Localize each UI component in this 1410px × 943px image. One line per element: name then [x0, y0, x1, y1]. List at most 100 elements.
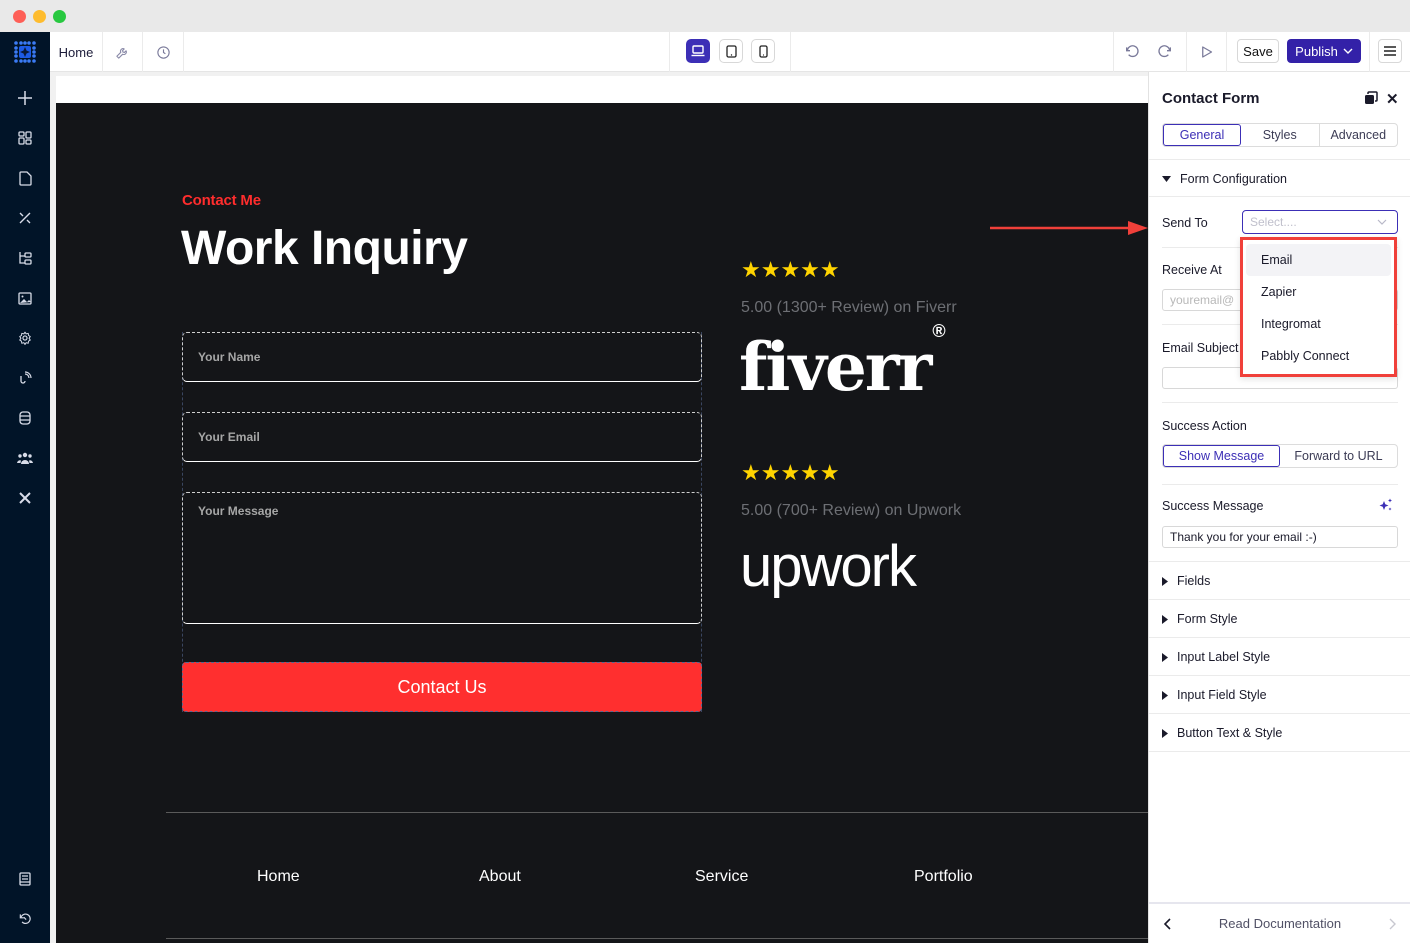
- option-zapier[interactable]: Zapier: [1246, 276, 1391, 308]
- fiverr-review-text: 5.00 (1300+ Review) on Fiverr: [741, 299, 957, 316]
- footer-link-service[interactable]: Service: [695, 868, 748, 886]
- canvas-header-area: [56, 76, 1148, 103]
- caret-right-icon: [1162, 576, 1168, 586]
- message-textarea[interactable]: Your Message: [182, 492, 702, 624]
- sidebar-item-users[interactable]: [15, 448, 35, 468]
- maximize-window-button[interactable]: [53, 10, 66, 23]
- section-fields[interactable]: Fields: [1162, 574, 1210, 588]
- add-element-button[interactable]: [15, 88, 35, 108]
- sidebar-item-pages[interactable]: [15, 168, 35, 188]
- tab-styles[interactable]: Styles: [1241, 124, 1320, 146]
- divider: [1369, 32, 1370, 72]
- database-icon: [19, 411, 31, 425]
- divider: [1149, 561, 1410, 562]
- preview-button[interactable]: [1199, 44, 1214, 65]
- history-button[interactable]: [143, 32, 184, 72]
- show-message-option[interactable]: Show Message: [1163, 445, 1280, 467]
- fiverr-logo: fiverr ®: [739, 321, 946, 406]
- tab-general[interactable]: General: [1163, 124, 1241, 146]
- close-window-button[interactable]: [13, 10, 26, 23]
- page-selector-home[interactable]: Home: [50, 32, 103, 72]
- section-label: Fields: [1177, 574, 1211, 588]
- mobile-view-button[interactable]: [751, 39, 775, 63]
- divider: [790, 32, 791, 72]
- book-icon: [19, 872, 31, 886]
- section-input-label-style[interactable]: Input Label Style: [1162, 650, 1270, 664]
- contact-section[interactable]: Contact Me Work Inquiry Your Name Your E…: [56, 103, 1148, 943]
- divider: [1162, 484, 1398, 485]
- section-label: Form Style: [1177, 612, 1238, 626]
- publish-button[interactable]: Publish: [1287, 39, 1361, 63]
- section-label: Button Text & Style: [1177, 726, 1283, 740]
- tools-icon: [19, 492, 31, 504]
- divider: [1149, 159, 1410, 160]
- success-message-label: Success Message: [1162, 499, 1264, 513]
- sidebar-item-navigator[interactable]: [15, 248, 35, 268]
- window-titlebar: [0, 0, 1410, 32]
- email-subject-label: Email Subject: [1162, 341, 1239, 355]
- sidebar-item-design[interactable]: [15, 208, 35, 228]
- success-action-label: Success Action: [1162, 419, 1247, 433]
- copy-widget-button[interactable]: [1364, 91, 1378, 110]
- sidebar-item-settings[interactable]: [15, 328, 35, 348]
- editor-canvas: Contact Me Work Inquiry Your Name Your E…: [50, 72, 1148, 943]
- app-logo[interactable]: [0, 32, 50, 72]
- name-input[interactable]: Your Name: [182, 332, 702, 382]
- footer-divider-bottom: [166, 938, 1148, 939]
- signal-icon: [20, 371, 32, 384]
- sidebar-item-media[interactable]: [15, 288, 35, 308]
- sidebar-item-database[interactable]: [15, 408, 35, 428]
- ai-assist-button[interactable]: [1379, 498, 1393, 517]
- grid-blocks-icon: [18, 131, 32, 145]
- email-input[interactable]: Your Email: [182, 412, 702, 462]
- image-icon: [18, 291, 32, 305]
- sidebar-item-blocks[interactable]: [15, 128, 35, 148]
- close-panel-button[interactable]: ✕: [1386, 90, 1399, 108]
- divider: [1149, 599, 1410, 600]
- page-icon: [18, 170, 32, 186]
- caret-right-icon: [1162, 614, 1168, 624]
- footer-link-portfolio[interactable]: Portfolio: [914, 868, 973, 886]
- option-pabbly-connect[interactable]: Pabbly Connect: [1246, 340, 1391, 372]
- option-integromat[interactable]: Integromat: [1246, 308, 1391, 340]
- send-to-dropdown: Email Zapier Integromat Pabbly Connect: [1240, 237, 1397, 377]
- footer-divider-top: [166, 812, 1148, 813]
- section-form-style[interactable]: Form Style: [1162, 612, 1237, 626]
- divider: [1149, 675, 1410, 676]
- success-message-input[interactable]: Thank you for your email :-): [1162, 526, 1398, 548]
- contact-us-button[interactable]: Contact Us: [182, 662, 702, 712]
- sidebar-item-tools[interactable]: [15, 488, 35, 508]
- section-label: Input Field Style: [1177, 688, 1267, 702]
- sidebar-item-integrations[interactable]: [15, 368, 35, 388]
- panel-title: Contact Form: [1162, 90, 1260, 107]
- section-form-configuration[interactable]: Form Configuration: [1162, 172, 1287, 186]
- chevron-left-icon[interactable]: [1163, 917, 1171, 930]
- read-documentation-link[interactable]: Read Documentation: [1219, 916, 1341, 931]
- chevron-down-icon: [1377, 219, 1387, 225]
- section-button-text-style[interactable]: Button Text & Style: [1162, 726, 1282, 740]
- undo-button[interactable]: [1124, 44, 1140, 65]
- editor-toolbar: Home Save Publish: [0, 32, 1410, 72]
- footer-link-home[interactable]: Home: [257, 868, 300, 886]
- tablet-view-button[interactable]: [719, 39, 743, 63]
- desktop-view-button[interactable]: [686, 39, 710, 63]
- tab-advanced[interactable]: Advanced: [1320, 124, 1398, 146]
- redo-button[interactable]: [1157, 44, 1173, 65]
- settings-wrench-button[interactable]: [103, 32, 143, 72]
- left-sidebar: [0, 72, 50, 943]
- forward-to-url-option[interactable]: Forward to URL: [1280, 445, 1397, 467]
- option-email[interactable]: Email: [1246, 244, 1391, 276]
- main-menu-button[interactable]: [1378, 39, 1402, 63]
- gear-icon: [19, 331, 31, 345]
- chevron-right-icon[interactable]: [1389, 918, 1397, 930]
- minimize-window-button[interactable]: [33, 10, 46, 23]
- section-input-field-style[interactable]: Input Field Style: [1162, 688, 1267, 702]
- save-button[interactable]: Save: [1237, 39, 1279, 63]
- footer-link-about[interactable]: About: [479, 868, 521, 886]
- sidebar-item-docs[interactable]: [15, 869, 35, 889]
- sidebar-item-revisions[interactable]: [15, 909, 35, 929]
- tree-structure-icon: [19, 252, 32, 265]
- upwork-review-text: 5.00 (700+ Review) on Upwork: [741, 502, 962, 519]
- documentation-bar: Read Documentation: [1149, 902, 1410, 943]
- send-to-select[interactable]: Select....: [1242, 210, 1398, 234]
